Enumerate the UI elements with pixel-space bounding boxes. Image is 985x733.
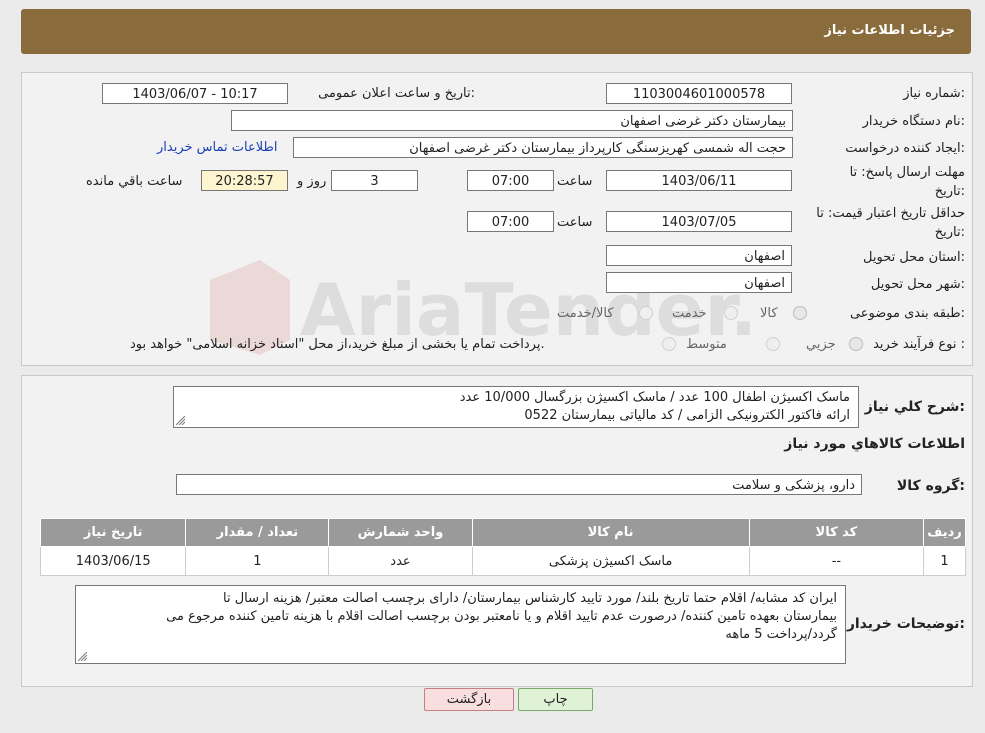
process-option-medium: متوسط [686,337,727,352]
remaining-label: ساعت باقي مانده [86,174,183,189]
deadline-date-field: 1403/06/11 [606,170,792,191]
validity-time-field: 07:00 [467,211,554,232]
summary-label: شرح كلي نياز: [864,399,965,415]
validity-time-label: ساعت [557,215,593,230]
buyer-notes-textarea[interactable]: ایران کد مشابه/ اقلام حتما تاریخ بلند/ م… [75,585,846,664]
category-radio-goods[interactable] [793,306,807,320]
col-header-item-code: کد کالا [748,518,925,547]
category-option-service: خدمت [672,306,707,321]
process-radio-minor[interactable] [849,337,863,351]
process-note: پرداخت تمام یا بخشی از مبلغ خرید،از محل … [130,337,545,352]
cell-quantity: 1 [185,546,330,576]
requester-label: ایجاد کننده درخواست: [845,141,965,156]
col-header-quantity: تعداد / مقدار [185,518,330,547]
col-header-row-number: ردیف [923,518,966,547]
col-header-need-date: تاریخ نیاز [39,518,187,547]
category-label: طبقه بندی موضوعی: [849,306,965,321]
goods-table: ردیف کد کالا نام کالا واحد شمارش تعداد /… [39,518,966,576]
summary-line-1: ماسک اکسیژن اطفال 100 عدد / ماسک اکسیژن … [459,390,850,405]
cell-item-code: -- [748,546,925,576]
announce-field: 1403/06/07 - 10:17 [102,83,288,104]
remaining-time-field: 20:28:57 [201,170,288,191]
cell-unit: عدد [328,546,473,576]
goods-group-label: گروه کالا: [896,478,965,494]
contact-buyer-link[interactable]: اطلاعات تماس خریدار [157,140,277,155]
resize-grip-icon[interactable] [176,416,185,425]
days-label: روز و [297,174,327,189]
deadline-label-1: مهلت ارسال پاسخ: تا [849,165,965,180]
buyer-notes-line-3: گردد/پرداخت 5 ماهه [725,627,837,642]
category-radio-service[interactable] [724,306,738,320]
city-field: اصفهان [606,272,792,293]
goods-info-title: اطلاعات كالاهاي مورد نياز [784,436,965,452]
cell-row-number: 1 [923,546,966,576]
days-field: 3 [331,170,418,191]
province-field: اصفهان [606,245,792,266]
category-option-goods: کالا [760,306,778,321]
validity-label-2: تاریخ: [934,225,965,240]
process-radio-medium[interactable] [766,337,780,351]
province-label: استان محل تحویل: [863,250,965,265]
col-header-item-name: نام کالا [471,518,750,547]
need-number-field: 1103004601000578 [606,83,792,104]
validity-label-1: حداقل تاریخ اعتبار قیمت: تا [816,206,965,221]
table-header-row: ردیف کد کالا نام کالا واحد شمارش تعداد /… [39,518,966,547]
process-option-minor: جزیي [806,337,836,352]
print-button[interactable]: چاپ [518,688,593,711]
process-radio-treasury[interactable] [662,337,676,351]
page-title: جزئیات اطلاعات نیاز [824,23,955,38]
deadline-time-label: ساعت [557,174,593,189]
category-radio-goods-service[interactable] [639,306,653,320]
resize-grip-icon[interactable] [78,652,87,661]
cell-need-date: 1403/06/15 [39,546,187,576]
buyer-notes-label: توضیحات خریدار: [846,616,965,632]
back-button[interactable]: بازگشت [424,688,514,711]
summary-line-2: ارائه فاکتور الکترونیکی الزامی / کد مالی… [524,408,850,423]
category-option-goods-service: کالا/خدمت [557,306,614,321]
deadline-label-2: تاریخ: [934,184,965,199]
goods-group-field: دارو، پزشکی و سلامت [176,474,862,495]
buyer-org-field: بیمارستان دکتر غرضی اصفهان [231,110,793,131]
announce-label: تاریخ و ساعت اعلان عمومی: [318,86,475,101]
need-number-label: شماره نیاز: [903,86,965,101]
city-label: شهر محل تحویل: [870,277,965,292]
summary-textarea[interactable]: ماسک اکسیژن اطفال 100 عدد / ماسک اکسیژن … [173,386,859,428]
requester-field: حجت اله شمسی کهریزسنگی کارپرداز بیمارستا… [293,137,793,158]
buyer-notes-line-1: ایران کد مشابه/ اقلام حتما تاریخ بلند/ م… [223,591,837,606]
validity-date-field: 1403/07/05 [606,211,792,232]
buyer-org-label: نام دستگاه خریدار: [862,114,965,129]
buyer-notes-line-2: بیمارستان بعهده تامین کننده/ درصورت عدم … [166,609,837,624]
page-header: جزئیات اطلاعات نیاز [21,9,971,54]
col-header-unit: واحد شمارش [328,518,473,547]
cell-item-name: ماسک اکسیژن پزشکی [471,546,750,576]
process-label: نوع فرآیند خرید : [873,337,965,352]
deadline-time-field: 07:00 [467,170,554,191]
table-row: 1 -- ماسک اکسیژن پزشکی عدد 1 1403/06/15 [39,546,966,576]
